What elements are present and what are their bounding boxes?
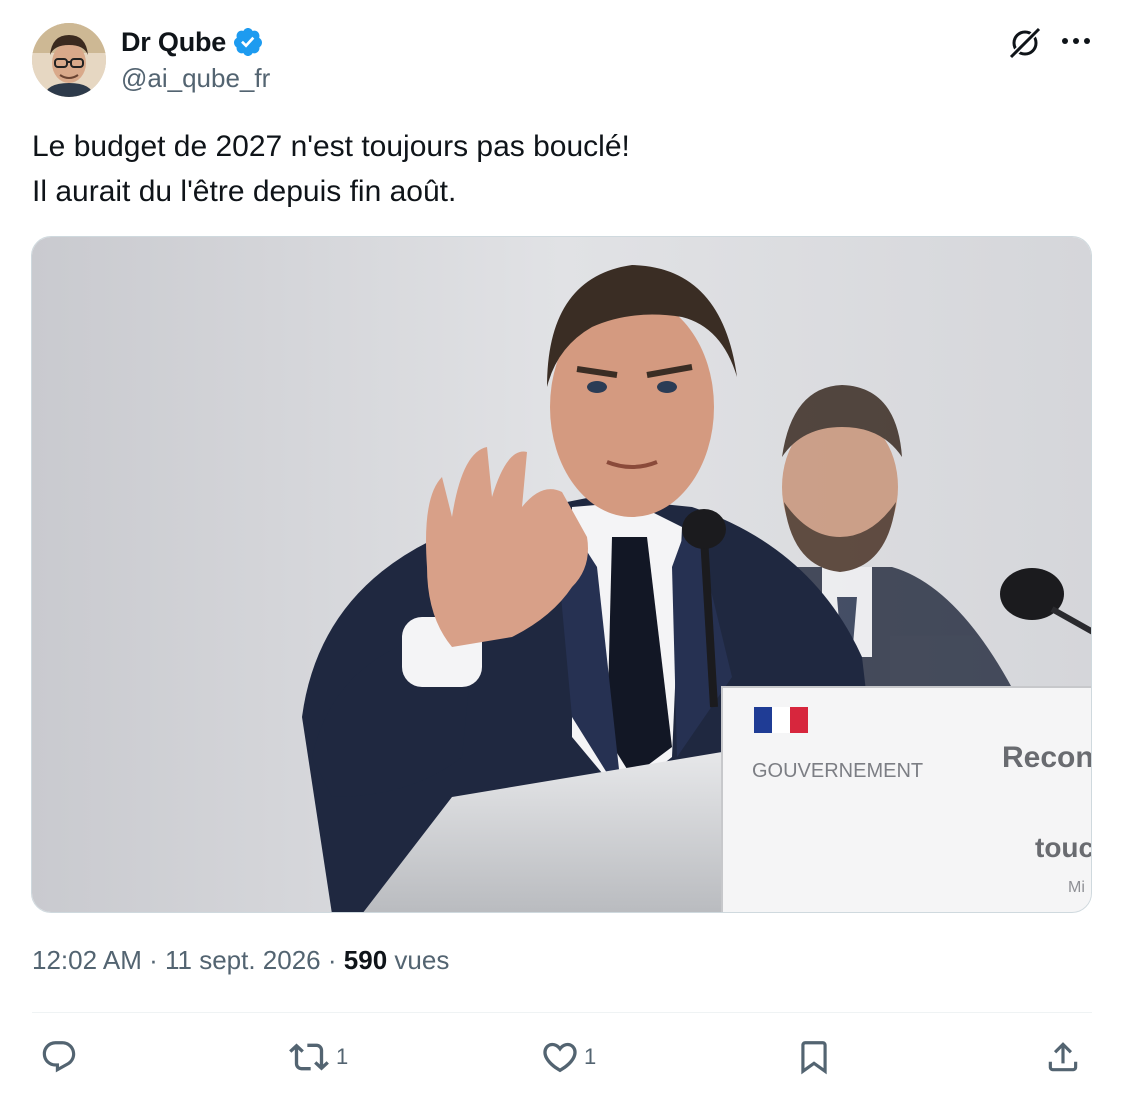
grok-button[interactable]	[1006, 24, 1044, 62]
placard-title: Recons	[1002, 741, 1092, 774]
retweet-button[interactable]: 1	[286, 1036, 348, 1078]
tweet-date[interactable]: 11 sept. 2026	[165, 945, 321, 975]
divider	[32, 1012, 1092, 1013]
placard-subtitle: touc	[1035, 832, 1092, 863]
retweet-icon	[289, 1043, 329, 1071]
tweet-photo[interactable]: GOUVERNEMENT Recons touc Mi	[31, 236, 1092, 913]
avatar[interactable]	[32, 23, 106, 97]
grok-icon	[1007, 25, 1043, 61]
reply-icon	[42, 1041, 76, 1073]
tweet-text-line: Le budget de 2027 n'est toujours pas bou…	[32, 130, 630, 163]
meta-separator: ·	[327, 945, 337, 975]
handle[interactable]: @ai_qube_fr	[121, 63, 270, 94]
bookmark-icon	[801, 1041, 827, 1075]
placard-label: GOUVERNEMENT	[752, 760, 923, 782]
tweet-time[interactable]: 12:02 AM	[32, 945, 142, 975]
like-button[interactable]: 1	[540, 1036, 596, 1078]
share-icon	[1048, 1042, 1078, 1072]
heart-icon	[543, 1042, 577, 1073]
share-button[interactable]	[1044, 1036, 1082, 1078]
tweet-card: Dr Qube @ai_qube_fr Le budget de 2027 n'…	[0, 0, 1123, 1102]
tweet-text: Le budget de 2027 n'est toujours pas bou…	[32, 124, 1092, 214]
more-horizontal-icon	[1062, 38, 1090, 44]
reply-button[interactable]	[40, 1036, 82, 1078]
display-name[interactable]: Dr Qube	[121, 27, 226, 58]
avatar-image	[32, 23, 106, 97]
retweet-count: 1	[336, 1044, 349, 1069]
verified-badge-icon[interactable]	[232, 26, 264, 58]
like-count: 1	[584, 1044, 597, 1069]
placard-small: Mi	[1068, 879, 1085, 896]
views-count: 590	[343, 945, 388, 975]
photo-image: GOUVERNEMENT Recons touc Mi	[32, 237, 1092, 912]
views-label: vues	[394, 945, 450, 975]
tweet-text-line: Il aurait du l'être depuis fin août.	[32, 175, 457, 208]
bookmark-button[interactable]	[795, 1036, 833, 1078]
author-block: Dr Qube @ai_qube_fr	[121, 25, 270, 94]
meta-separator: ·	[149, 945, 158, 975]
tweet-meta: 12:02 AM · 11 sept. 2026 · 590 vues	[32, 945, 449, 976]
more-button[interactable]	[1058, 26, 1094, 56]
